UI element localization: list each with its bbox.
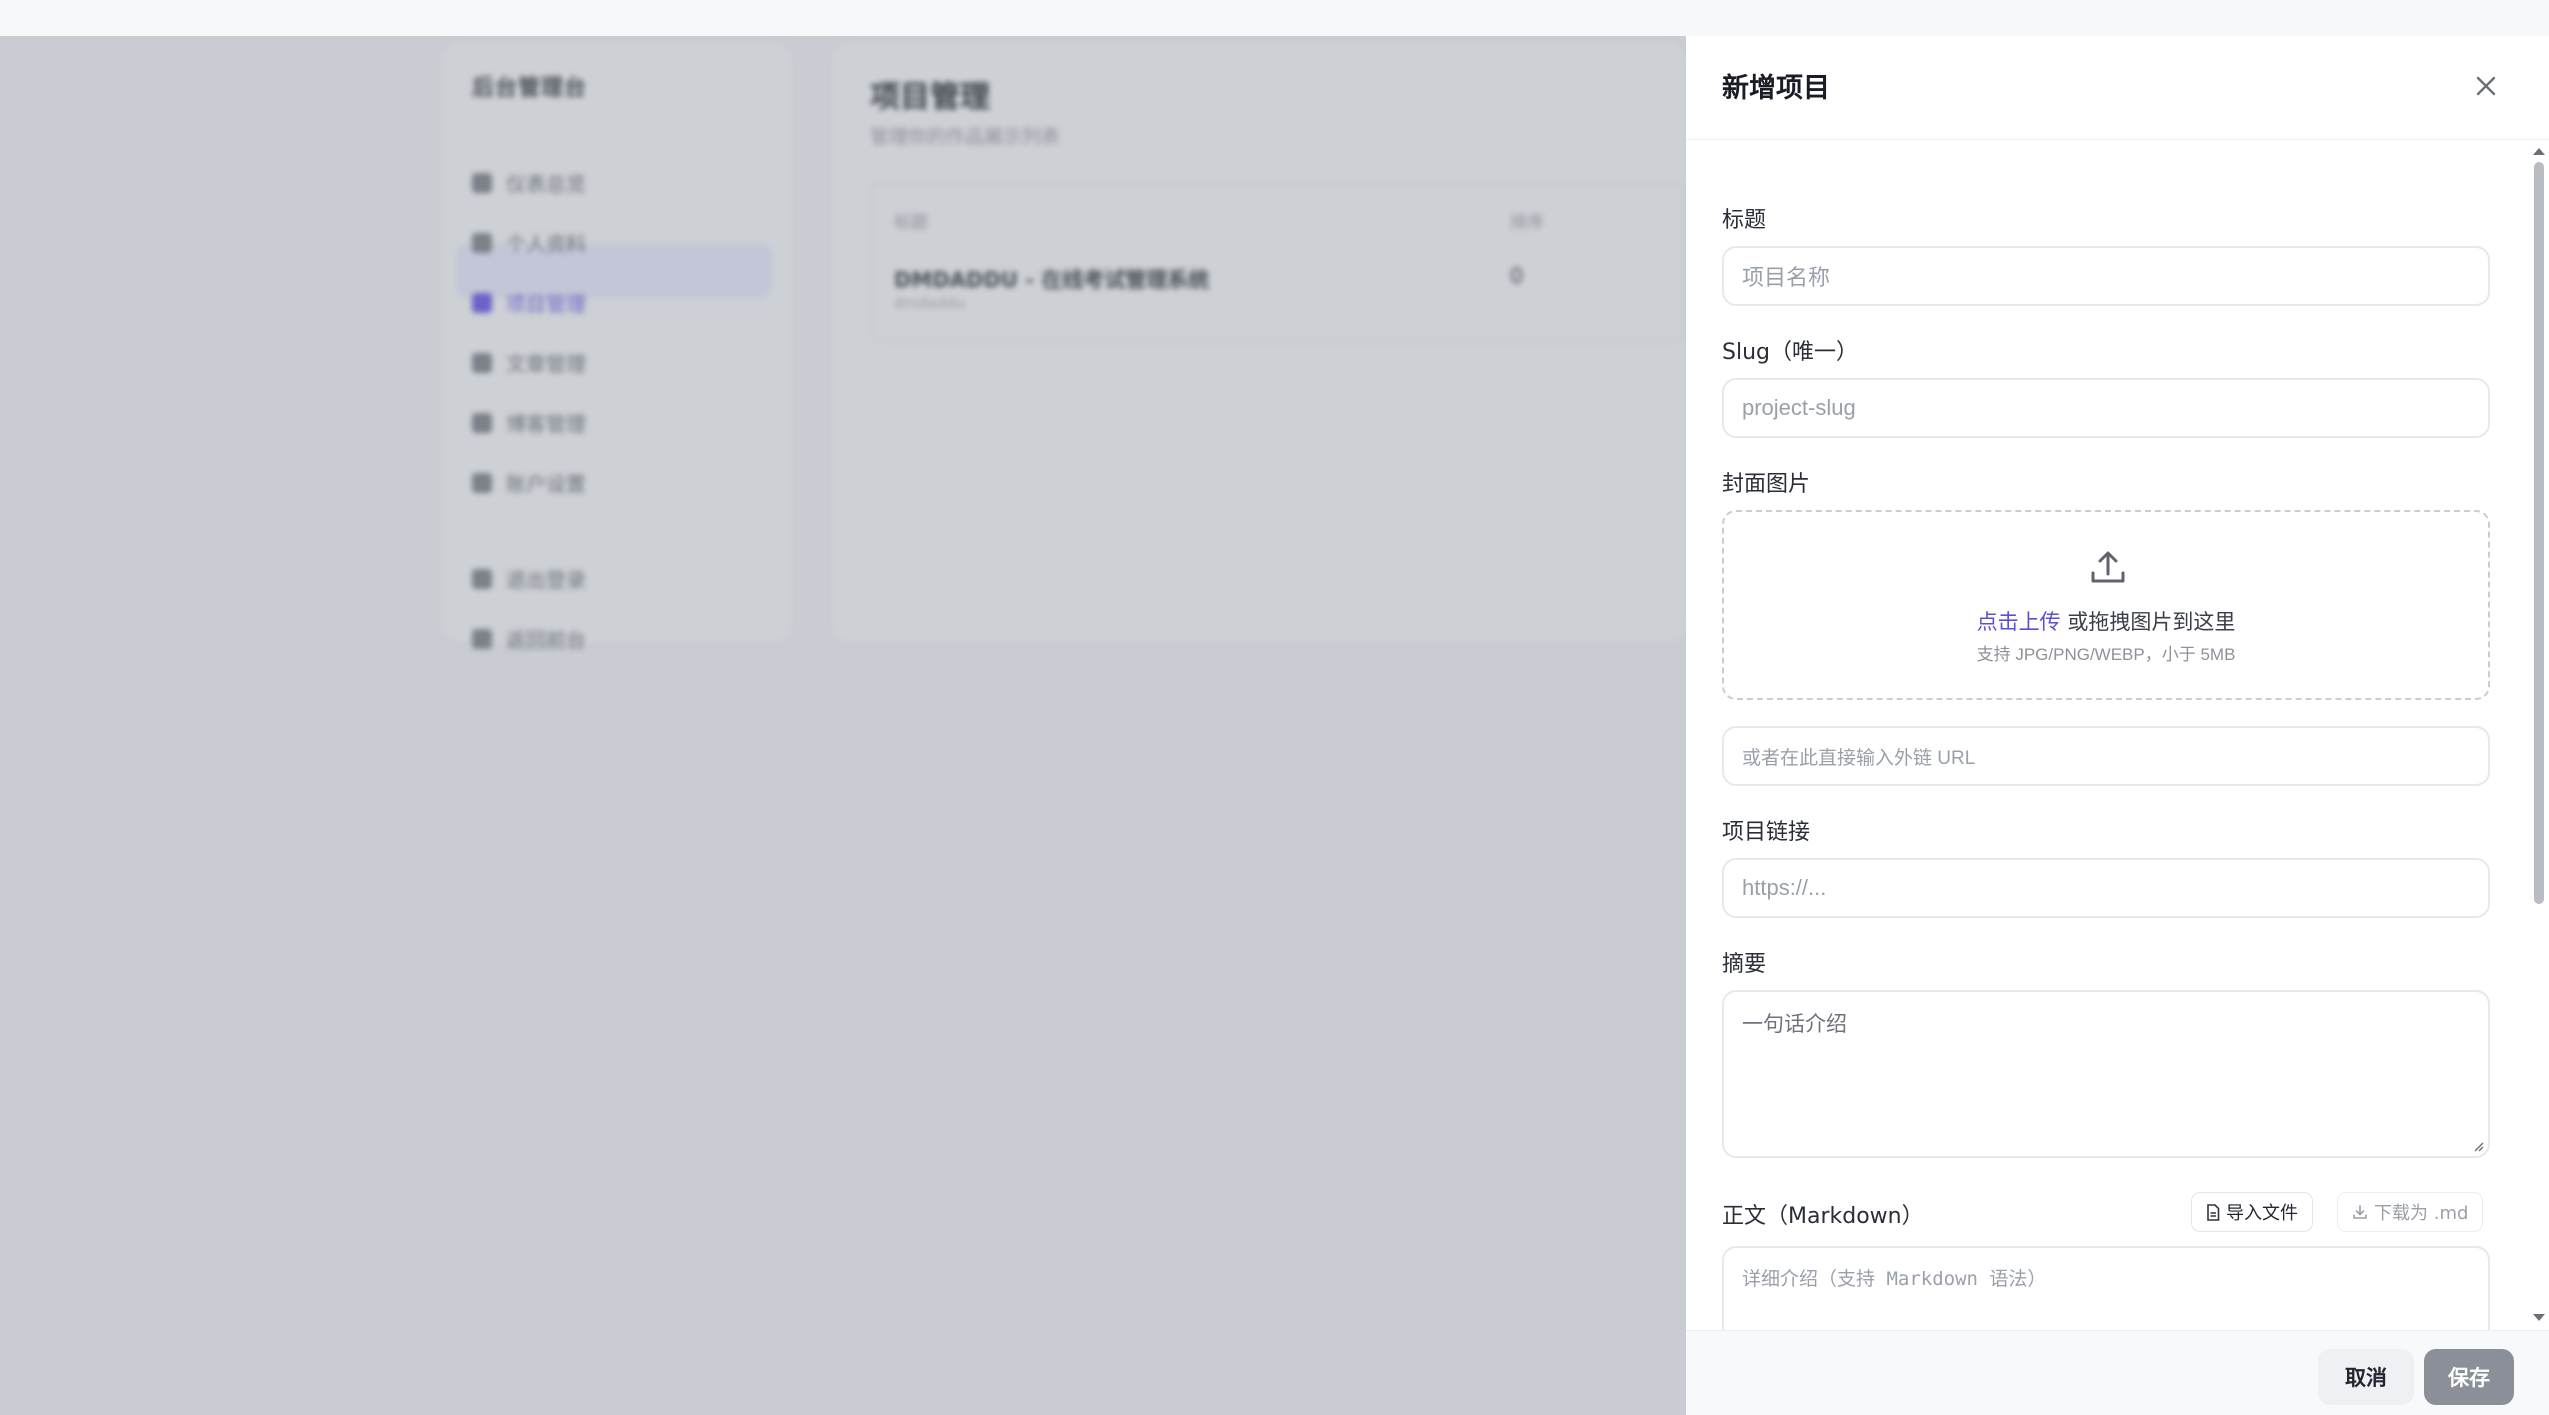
scrollbar-thumb[interactable]: [2534, 162, 2544, 904]
bg-table-cell-order: 0: [1510, 264, 1524, 288]
bg-sidebar-item: 账户设置: [472, 468, 586, 497]
bg-sidebar-item: 仪表总览: [472, 168, 586, 197]
summary-placeholder: 一句话介绍: [1742, 1012, 1847, 1036]
bg-table-cell-slug: dmdaddu: [894, 294, 966, 312]
bg-sidebar-item: 博客管理: [472, 408, 586, 437]
blog-icon: [472, 412, 492, 433]
bg-sidebar-item: 文章管理: [472, 348, 586, 377]
home-icon: [472, 628, 492, 649]
drawer-form: 标题 项目名称 Slug（唯一） project-slug 封面图片 点击上传 …: [1686, 140, 2549, 1330]
cover-label: 封面图片: [1722, 472, 1811, 497]
file-icon: [2207, 1203, 2220, 1221]
download-icon: [2353, 1205, 2367, 1219]
cover-url-placeholder: 或者在此直接输入外链 URL: [1742, 747, 1976, 769]
bg-page-title: 项目管理: [870, 80, 990, 115]
download-md-button[interactable]: 下载为 .md: [2337, 1192, 2484, 1232]
save-button[interactable]: 保存: [2424, 1349, 2514, 1405]
bg-sidebar: [442, 42, 792, 642]
cover-url-input[interactable]: 或者在此直接输入外链 URL: [1722, 726, 2490, 786]
drawer-header: 新增项目: [1686, 36, 2549, 140]
background-page: 后台管理台 仪表总览 个人资料 项目管理 文章管理 博客管理 账户设置 退出登录…: [0, 36, 1686, 1415]
download-md-label: 下载为 .md: [2374, 1203, 2469, 1224]
bg-page-subtitle: 管理你的作品展示列表: [870, 126, 1061, 148]
body-label: 正文（Markdown）: [1722, 1204, 1924, 1229]
bg-sidebar-item: 退出登录: [472, 564, 586, 593]
new-project-drawer: 新增项目 标题 项目名称 Slug（唯一） project-slug 封面图片 …: [1686, 36, 2549, 1415]
close-icon: [2476, 76, 2496, 96]
slug-input[interactable]: project-slug: [1722, 378, 2490, 438]
summary-textarea[interactable]: 一句话介绍: [1722, 990, 2490, 1158]
project-icon: [472, 292, 492, 313]
summary-label: 摘要: [1722, 952, 1767, 977]
upload-hint: 支持 JPG/PNG/WEBP，小于 5MB: [1976, 645, 2236, 664]
body-placeholder: 详细介绍（支持 Markdown 语法）: [1742, 1268, 2047, 1290]
import-file-button[interactable]: 导入文件: [2191, 1192, 2313, 1232]
article-icon: [472, 352, 492, 373]
bg-table: 标题 排序 DMDADDU - 在线考试管理系统 dmdaddu 0: [870, 182, 1686, 342]
slug-label: Slug（唯一）: [1722, 340, 1858, 365]
drawer-title: 新增项目: [1722, 73, 1830, 104]
cover-upload-dropzone[interactable]: 点击上传 或拖拽图片到这里 支持 JPG/PNG/WEBP，小于 5MB: [1722, 510, 2490, 700]
upload-link[interactable]: 点击上传: [1977, 610, 2061, 634]
bg-table-cell-title: DMDADDU - 在线考试管理系统: [894, 268, 1210, 292]
drawer-footer: 取消 保存: [1686, 1330, 2549, 1415]
bg-sidebar-item-active: 项目管理: [472, 288, 586, 317]
import-file-label: 导入文件: [2226, 1203, 2298, 1224]
link-input[interactable]: https://...: [1722, 858, 2490, 918]
close-button[interactable]: [2466, 66, 2506, 106]
bg-sidebar-item: 个人资料: [472, 228, 586, 257]
body-textarea[interactable]: 详细介绍（支持 Markdown 语法）: [1722, 1246, 2490, 1330]
profile-icon: [472, 232, 492, 253]
slug-placeholder: project-slug: [1742, 395, 1856, 420]
bg-brand: 后台管理台: [472, 76, 588, 101]
scroll-up-arrow[interactable]: [2533, 148, 2545, 155]
title-input[interactable]: 项目名称: [1722, 246, 2490, 306]
top-bar: [0, 0, 2549, 36]
logout-icon: [472, 568, 492, 589]
upload-instruction: 点击上传 或拖拽图片到这里: [1724, 606, 2488, 636]
scroll-down-arrow[interactable]: [2533, 1314, 2545, 1321]
upload-drag-text: 或拖拽图片到这里: [2060, 610, 2236, 634]
upload-icon: [2091, 551, 2125, 583]
cancel-button[interactable]: 取消: [2318, 1349, 2414, 1405]
modal-overlay[interactable]: 后台管理台 仪表总览 个人资料 项目管理 文章管理 博客管理 账户设置 退出登录…: [0, 36, 1686, 1415]
title-label: 标题: [1722, 208, 1767, 233]
resize-handle-icon[interactable]: [2472, 1140, 2484, 1152]
dashboard-icon: [472, 172, 492, 193]
bg-table-header: 排序: [1510, 213, 1544, 233]
title-placeholder: 项目名称: [1742, 265, 1831, 290]
link-placeholder: https://...: [1742, 875, 1827, 900]
bg-sidebar-item: 返回前台: [472, 624, 586, 653]
bg-table-header: 标题: [894, 213, 928, 233]
settings-icon: [472, 472, 492, 493]
link-label: 项目链接: [1722, 820, 1811, 845]
